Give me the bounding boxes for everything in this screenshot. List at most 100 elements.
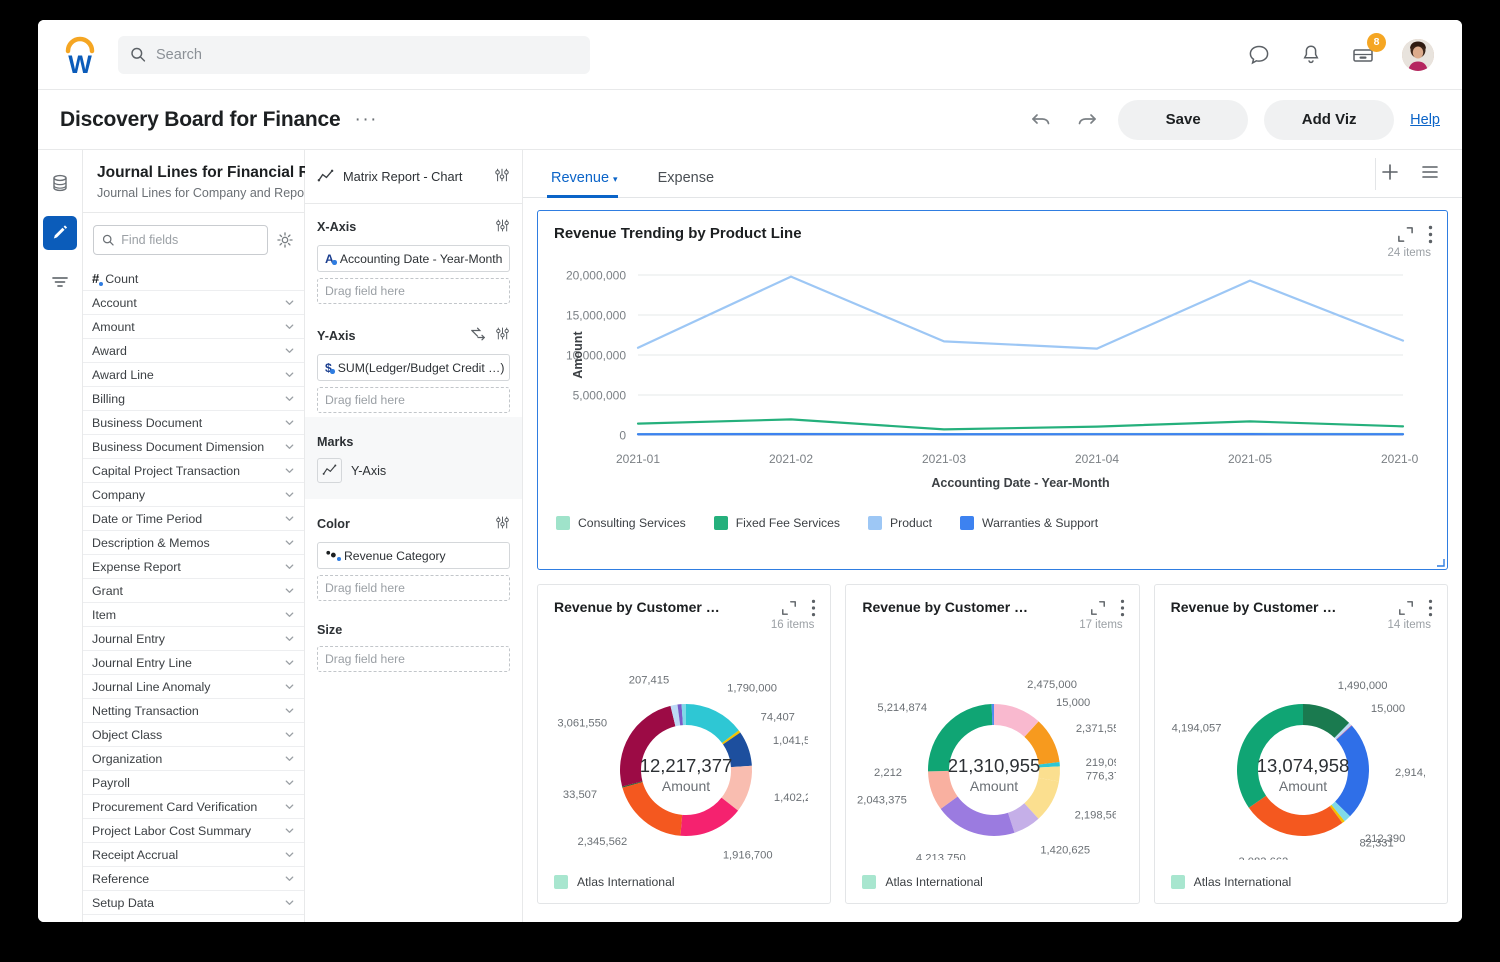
data-source-icon[interactable]	[43, 166, 77, 200]
chevron-down-icon[interactable]	[284, 393, 295, 404]
y-axis-chip[interactable]: $ SUM(Ledger/Budget Credit …)	[317, 354, 510, 381]
color-dropzone[interactable]: Drag field here	[317, 575, 510, 601]
field-item[interactable]: Grant	[83, 579, 304, 603]
field-item[interactable]: Project Labor Cost Summary	[83, 819, 304, 843]
field-item[interactable]: Account	[83, 291, 304, 315]
search-input[interactable]	[156, 46, 578, 63]
chevron-down-icon[interactable]	[284, 729, 295, 740]
field-item-count[interactable]: # Count	[83, 267, 304, 291]
expand-icon[interactable]	[1397, 226, 1414, 248]
chevron-down-icon[interactable]	[284, 753, 295, 764]
legend-item[interactable]: Warranties & Support	[960, 516, 1098, 530]
size-dropzone[interactable]: Drag field here	[317, 646, 510, 672]
expand-icon[interactable]	[1090, 600, 1106, 621]
chevron-down-icon[interactable]	[284, 369, 295, 380]
resize-handle[interactable]	[1436, 558, 1445, 567]
field-item[interactable]: Award	[83, 339, 304, 363]
chevron-down-icon[interactable]	[284, 681, 295, 692]
field-item[interactable]: Procurement Card Verification	[83, 795, 304, 819]
line-chart-card[interactable]: Revenue Trending by Product Line 24 item…	[537, 210, 1448, 570]
chevron-down-icon[interactable]	[284, 537, 295, 548]
field-item[interactable]: Business Document	[83, 411, 304, 435]
field-item[interactable]: Organization	[83, 747, 304, 771]
color-settings-icon[interactable]	[495, 515, 510, 533]
chat-icon[interactable]	[1246, 42, 1272, 68]
field-item[interactable]: Reference	[83, 867, 304, 891]
bell-icon[interactable]	[1298, 42, 1324, 68]
field-item[interactable]: Receipt Accrual	[83, 843, 304, 867]
help-link[interactable]: Help	[1410, 112, 1440, 128]
field-item[interactable]: Amount	[83, 315, 304, 339]
edit-pencil-icon[interactable]	[43, 216, 77, 250]
find-fields-box[interactable]	[93, 225, 268, 255]
legend-item[interactable]: Consulting Services	[556, 516, 686, 530]
chevron-down-icon[interactable]	[284, 345, 295, 356]
legend-item[interactable]: Product	[868, 516, 932, 530]
chevron-down-icon[interactable]	[284, 465, 295, 476]
find-fields-input[interactable]	[121, 233, 259, 247]
workday-logo[interactable]: W	[60, 33, 100, 79]
chevron-down-icon[interactable]	[284, 321, 295, 332]
viz-more-menu-icon[interactable]	[1428, 225, 1433, 249]
undo-button[interactable]	[1026, 105, 1056, 135]
field-item[interactable]: Capital Project Transaction	[83, 459, 304, 483]
list-view-icon[interactable]	[1420, 162, 1440, 187]
y-axis-dropzone[interactable]: Drag field here	[317, 387, 510, 413]
x-axis-settings-icon[interactable]	[495, 218, 510, 236]
swap-axis-icon[interactable]	[470, 326, 486, 345]
avatar[interactable]	[1402, 38, 1434, 71]
tab-revenue[interactable]: Revenue ▾	[547, 170, 632, 198]
field-item[interactable]: Company	[83, 483, 304, 507]
x-axis-dropzone[interactable]: Drag field here	[317, 278, 510, 304]
chevron-down-icon[interactable]	[284, 585, 295, 596]
field-item[interactable]: Date or Time Period	[83, 507, 304, 531]
field-item[interactable]: Journal Line Anomaly	[83, 675, 304, 699]
legend-item[interactable]: Fixed Fee Services	[713, 516, 840, 530]
chevron-down-icon[interactable]	[284, 513, 295, 524]
chevron-down-icon[interactable]	[284, 561, 295, 572]
global-search[interactable]	[118, 35, 590, 74]
field-item[interactable]: Journal Entry Line	[83, 651, 304, 675]
field-item[interactable]: Business Document Dimension	[83, 435, 304, 459]
chevron-down-icon[interactable]	[284, 657, 295, 668]
chart-settings-icon[interactable]	[494, 167, 510, 186]
chevron-down-icon[interactable]	[284, 921, 295, 922]
chevron-down-icon[interactable]	[284, 705, 295, 716]
field-item[interactable]: Billing	[83, 387, 304, 411]
donut-slice[interactable]	[1248, 795, 1343, 836]
chart-type-row[interactable]: Matrix Report - Chart	[305, 150, 522, 204]
field-item[interactable]: Expense Report	[83, 555, 304, 579]
field-item[interactable]: Object Class	[83, 723, 304, 747]
field-item[interactable]: Item	[83, 603, 304, 627]
field-item[interactable]: Netting Transaction	[83, 699, 304, 723]
chevron-down-icon[interactable]	[284, 609, 295, 620]
donut-legend[interactable]: Atlas International	[1170, 875, 1291, 889]
redo-button[interactable]	[1072, 105, 1102, 135]
chevron-down-icon[interactable]	[284, 441, 295, 452]
chevron-down-icon[interactable]	[284, 777, 295, 788]
chevron-down-icon[interactable]	[284, 297, 295, 308]
chevron-down-icon[interactable]	[284, 825, 295, 836]
tab-expense[interactable]: Expense	[654, 170, 728, 197]
chevron-down-icon[interactable]	[284, 417, 295, 428]
board-more-menu[interactable]: ···	[355, 109, 378, 131]
marks-chip[interactable]: Y-Axis	[317, 458, 510, 483]
color-chip[interactable]: Revenue Category	[317, 542, 510, 569]
inbox-icon[interactable]: 8	[1350, 32, 1386, 68]
x-axis-chip[interactable]: A Accounting Date - Year-Month	[317, 245, 510, 272]
field-item[interactable]: Description & Memos	[83, 531, 304, 555]
chevron-down-icon[interactable]	[284, 801, 295, 812]
donut-chart-card[interactable]: Revenue by Customer … 17 items 2,475,000 15…	[845, 584, 1140, 904]
donut-legend[interactable]: Atlas International	[554, 875, 675, 889]
save-button[interactable]: Save	[1118, 99, 1249, 140]
field-list[interactable]: # Count Account Amount Award Award Line Billin…	[83, 267, 304, 922]
donut-chart-card[interactable]: Revenue by Customer … 14 items 1,490,000 15…	[1153, 584, 1448, 904]
y-axis-settings-icon[interactable]	[495, 326, 510, 345]
filter-icon[interactable]	[43, 266, 77, 300]
field-item[interactable]: Payroll	[83, 771, 304, 795]
donut-slice[interactable]	[941, 796, 1015, 836]
chevron-down-icon[interactable]	[284, 873, 295, 884]
donut-chart-card[interactable]: Revenue by Customer … 16 items 1,790,000 74…	[537, 584, 832, 904]
chevron-down-icon[interactable]	[284, 489, 295, 500]
chevron-down-icon[interactable]	[284, 633, 295, 644]
